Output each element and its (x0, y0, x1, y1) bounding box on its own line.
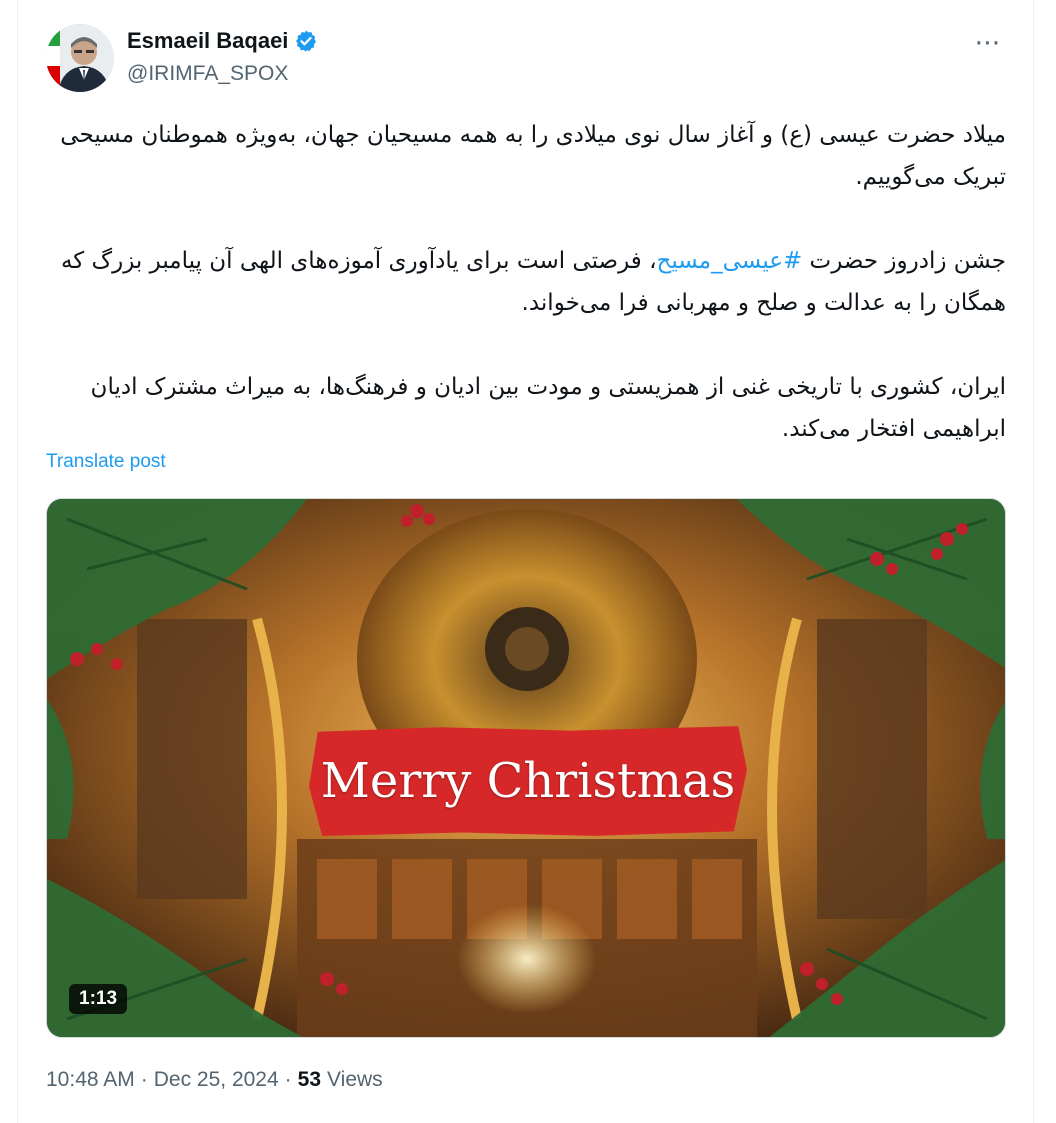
author-name-row[interactable]: Esmaeil Baqaei (127, 28, 318, 54)
post-time[interactable]: 10:48 AM (46, 1068, 135, 1092)
avatar[interactable] (46, 24, 114, 92)
post-paragraph-2: جشن زادروز حضرت #عیسی_مسیح، فرصتی است بر… (44, 240, 1006, 324)
views-label: Views (327, 1068, 383, 1091)
right-border (1033, 0, 1034, 1123)
video-duration-badge: 1:13 (69, 984, 128, 1014)
post-page: Esmaeil Baqaei @IRIMFA_SPOX ⋯ میلاد حضرت… (0, 0, 1056, 1123)
left-border (17, 0, 18, 1123)
post-text: میلاد حضرت عیسی (ع) و آغاز سال نوی میلاد… (44, 114, 1006, 492)
meta-separator: · (140, 1068, 148, 1091)
meta-separator-2: · (284, 1068, 292, 1091)
post-paragraph-1: میلاد حضرت عیسی (ع) و آغاز سال نوی میلاد… (60, 122, 1006, 190)
post-meta: 10:48 AM · Dec 25, 2024 · 53 Views (46, 1068, 383, 1092)
paragraph-2-start: جشن زادروز حضرت (802, 248, 1006, 274)
post-date[interactable]: Dec 25, 2024 (154, 1068, 279, 1092)
author-name[interactable]: Esmaeil Baqaei (127, 28, 288, 54)
author-handle[interactable]: @IRIMFA_SPOX (127, 62, 288, 86)
post-paragraph-3: ایران، کشوری با تاریخی غنی از همزیستی و … (90, 374, 1006, 442)
video-player[interactable]: Merry Christmas 1:13 (46, 498, 1006, 1038)
translate-post-link[interactable]: Translate post (46, 451, 166, 473)
banner-text: Merry Christmas (320, 753, 736, 809)
hashtag-link[interactable]: #عیسی_مسیح (657, 248, 803, 274)
more-options-icon[interactable]: ⋯ (966, 26, 1010, 58)
more-options-glyph: ⋯ (974, 27, 1002, 57)
views-count: 53 (297, 1068, 322, 1091)
verified-badge-icon (294, 29, 318, 53)
